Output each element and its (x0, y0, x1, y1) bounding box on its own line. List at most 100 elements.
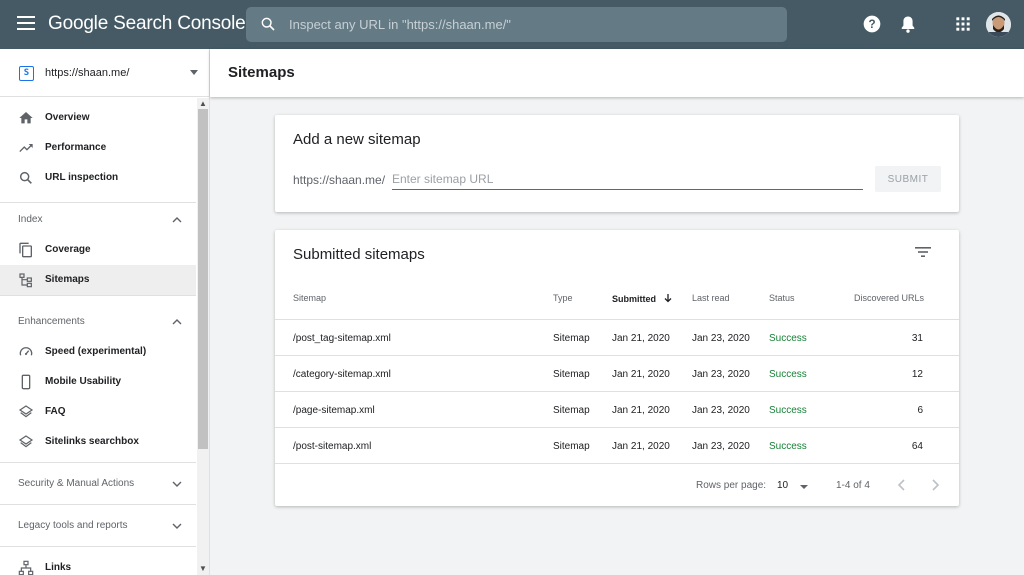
sidebar-item-coverage[interactable]: Coverage (0, 235, 196, 265)
sidebar: S https://shaan.me/ Overview Performance… (0, 49, 210, 575)
sitemap-type: Sitemap (553, 441, 590, 452)
sidebar-item-label: Sitelinks searchbox (45, 436, 139, 447)
app-title[interactable]: Google Search Console (48, 13, 246, 35)
sidebar-item-url-inspection[interactable]: URL inspection (0, 163, 196, 193)
sidebar-item-sitelinks-searchbox[interactable]: Sitelinks searchbox (0, 427, 196, 457)
pagination-range: 1-4 of 4 (836, 480, 870, 491)
column-header-discovered-urls[interactable]: Discovered URLs (854, 293, 924, 303)
next-page-icon[interactable] (926, 476, 944, 494)
links-icon (18, 560, 34, 575)
chevron-up-icon (172, 319, 182, 325)
sidebar-scrollbar-thumb[interactable] (198, 109, 208, 449)
submitted-date: Jan 21, 2020 (612, 369, 670, 380)
sidebar-item-performance[interactable]: Performance (0, 133, 196, 163)
last-read-date: Jan 23, 2020 (692, 405, 750, 416)
help-icon[interactable]: ? (862, 14, 882, 34)
section-label: Legacy tools and reports (18, 520, 128, 531)
chevron-down-icon (172, 523, 182, 529)
last-read-date: Jan 23, 2020 (692, 441, 750, 452)
sidebar-item-links[interactable]: Links (0, 553, 196, 575)
trending-up-icon (19, 144, 33, 152)
property-selector[interactable]: S https://shaan.me/ (0, 49, 209, 97)
discovered-urls-count: 64 (911, 441, 923, 452)
table-row[interactable]: /page-sitemap.xml Sitemap Jan 21, 2020 J… (275, 391, 959, 427)
rows-per-page-select[interactable]: 10 (777, 478, 813, 494)
notifications-icon[interactable] (898, 14, 918, 34)
arrow-down-icon (664, 294, 671, 303)
submitted-sitemaps-card: Submitted sitemaps Sitemap Type Submitte… (275, 230, 959, 506)
sidebar-item-mobile-usability[interactable]: Mobile Usability (0, 367, 196, 397)
chevron-down-icon (172, 481, 182, 487)
submitted-date: Jan 21, 2020 (612, 441, 670, 452)
last-read-date: Jan 23, 2020 (692, 333, 750, 344)
top-app-bar: Google Search Console ? (0, 0, 1024, 49)
status-badge: Success (769, 441, 807, 452)
account-avatar[interactable] (986, 12, 1011, 37)
sidebar-item-label: Performance (45, 142, 107, 153)
menu-icon[interactable] (17, 16, 35, 32)
sidebar-item-sitemaps[interactable]: Sitemaps (0, 265, 196, 295)
page-title: Sitemaps (228, 64, 295, 81)
section-label: Security & Manual Actions (18, 478, 135, 489)
status-badge: Success (769, 369, 807, 380)
sitemap-type: Sitemap (553, 405, 590, 416)
status-badge: Success (769, 405, 807, 416)
sidebar-item-label: Overview (45, 112, 90, 123)
rows-per-page-value: 10 (777, 480, 789, 491)
table-row[interactable]: /post-sitemap.xml Sitemap Jan 21, 2020 J… (275, 427, 959, 463)
sitemap-icon (19, 273, 32, 288)
table-row[interactable]: /category-sitemap.xml Sitemap Jan 21, 20… (275, 355, 959, 391)
discovered-urls-count: 12 (911, 369, 923, 380)
copy-icon (19, 242, 32, 258)
sidebar-item-label: Mobile Usability (45, 376, 122, 387)
sitemap-url-input[interactable] (392, 169, 863, 190)
divider (0, 295, 196, 296)
sidebar-item-label: Coverage (45, 244, 91, 255)
divider (0, 462, 196, 463)
column-header-last-read[interactable]: Last read (692, 293, 730, 303)
divider (0, 202, 196, 203)
column-header-status[interactable]: Status (769, 293, 795, 303)
last-read-date: Jan 23, 2020 (692, 369, 750, 380)
submit-button[interactable]: SUBMIT (875, 166, 941, 192)
scroll-up-icon[interactable]: ▲ (198, 99, 208, 109)
submitted-date: Jan 21, 2020 (612, 333, 670, 344)
home-icon (19, 112, 33, 124)
sitemap-path: /post_tag-sitemap.xml (293, 333, 391, 344)
sitemap-path: /category-sitemap.xml (293, 369, 391, 380)
scroll-down-icon[interactable]: ▼ (198, 564, 208, 574)
column-header-label: Submitted (612, 294, 656, 304)
url-inspection-search[interactable] (246, 7, 787, 42)
property-favicon-icon: S (19, 66, 34, 81)
previous-page-icon[interactable] (893, 476, 911, 494)
divider (0, 504, 196, 505)
section-header-security[interactable]: Security & Manual Actions (0, 469, 196, 499)
sidebar-item-label: Sitemaps (45, 274, 90, 285)
column-header-type[interactable]: Type (553, 293, 573, 303)
apps-icon[interactable] (953, 14, 973, 34)
sidebar-item-speed[interactable]: Speed (experimental) (0, 337, 196, 367)
column-header-submitted[interactable]: Submitted (612, 293, 673, 304)
divider (275, 463, 959, 464)
speedometer-icon (19, 347, 33, 356)
discovered-urls-count: 6 (917, 405, 923, 416)
sidebar-item-overview[interactable]: Overview (0, 103, 196, 133)
search-input[interactable] (289, 7, 779, 42)
sidebar-item-faq[interactable]: FAQ (0, 397, 196, 427)
divider (0, 546, 196, 547)
column-header-sitemap[interactable]: Sitemap (293, 293, 326, 303)
sitemap-path: /page-sitemap.xml (293, 405, 375, 416)
search-icon (19, 171, 32, 184)
sidebar-item-label: FAQ (45, 406, 66, 417)
phone-icon (21, 374, 31, 390)
add-sitemap-card: Add a new sitemap https://shaan.me/ SUBM… (275, 115, 959, 212)
avatar-image (986, 12, 1011, 37)
section-header-legacy[interactable]: Legacy tools and reports (0, 511, 196, 541)
table-row[interactable]: /post_tag-sitemap.xml Sitemap Jan 21, 20… (275, 319, 959, 355)
card-title: Add a new sitemap (293, 131, 421, 148)
section-header-enhancements[interactable]: Enhancements (0, 307, 196, 337)
sitemap-type: Sitemap (553, 369, 590, 380)
filter-icon[interactable] (914, 245, 932, 259)
section-header-index[interactable]: Index (0, 205, 196, 235)
property-url: https://shaan.me/ (45, 67, 130, 79)
